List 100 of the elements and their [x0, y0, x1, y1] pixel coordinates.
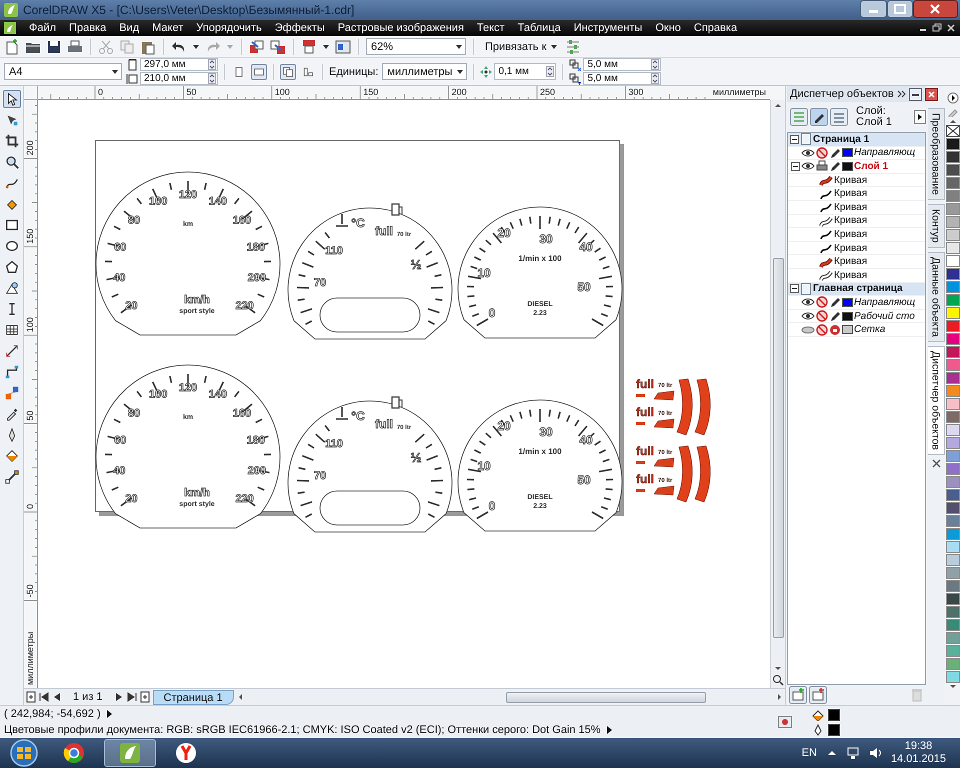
docker-tab[interactable]: Преобразование	[928, 108, 944, 200]
number-field[interactable]: 5,0 мм	[583, 72, 662, 85]
object-name[interactable]: Кривая	[834, 256, 870, 268]
gauge-text: °C	[351, 409, 365, 423]
menu-item[interactable]: Справка	[694, 22, 738, 34]
layer-label: Слой:	[856, 106, 887, 117]
gauge-text: km/h	[184, 294, 210, 306]
gauge-number: 10	[477, 459, 491, 473]
ruler-unit: миллиметры	[25, 632, 35, 685]
menu-item[interactable]: Растровые изображения	[338, 22, 464, 34]
gauge-number: 220	[235, 300, 254, 312]
window-title: CorelDRAW X5 - [C:\Users\Veter\Desktop\Безымянный-1.cdr]	[23, 3, 356, 17]
ruler-label: 0	[98, 87, 104, 97]
gauge-number: 30	[539, 425, 553, 439]
ruler-label: 150	[363, 87, 378, 97]
gauge-text: ½	[410, 257, 422, 272]
docker-tab[interactable]: Данные объекта	[928, 252, 944, 342]
gauge-text: full	[375, 224, 393, 238]
ruler-label: 250	[540, 87, 556, 97]
ruler-label: 150	[25, 228, 35, 244]
gauge-number: 160	[232, 214, 252, 226]
language-indicator[interactable]: EN	[802, 747, 817, 759]
gauge-text: °C	[351, 216, 365, 230]
number-field[interactable]: 210,0 мм	[140, 72, 218, 85]
cursor-coordinates: ( 242,984; -54,692 )	[4, 708, 101, 720]
gauge-number: 50	[577, 280, 591, 294]
gauge-text: 1/min x 100	[518, 447, 562, 456]
menu-item[interactable]: Окно	[655, 22, 681, 34]
object-name[interactable]: Кривая	[834, 174, 870, 186]
menu-item[interactable]: Правка	[69, 22, 106, 34]
layer-name[interactable]: Направляющ	[854, 296, 918, 308]
gauge-number: 200	[248, 272, 266, 284]
gauge-number: 70	[314, 470, 326, 482]
zoom-dropdown[interactable]: 62%	[366, 38, 466, 55]
panel-title: Диспетчер объектов	[790, 88, 894, 100]
ruler-label: 0	[25, 504, 35, 509]
layer-name[interactable]: Рабочий сто	[854, 310, 917, 322]
menu-item[interactable]: Эффекты	[274, 22, 325, 34]
decal-text: full	[636, 444, 654, 458]
menu-item[interactable]: Таблица	[518, 22, 561, 34]
ruler-label: -50	[25, 584, 35, 598]
gauge-number: 110	[325, 438, 343, 450]
page-tab[interactable]: Страница 1	[152, 690, 234, 704]
gauge-number: 160	[232, 407, 252, 420]
gauge-number: 0	[488, 499, 496, 513]
gauge-number: 20	[497, 419, 511, 433]
gauge-number: 40	[579, 433, 593, 447]
gauge-number: 120	[178, 189, 198, 201]
ruler-label: 50	[25, 410, 35, 421]
number-field[interactable]: 0,1 мм	[494, 63, 556, 80]
current-layer: Слой 1	[856, 117, 893, 128]
decal-text: full	[636, 377, 654, 391]
ruler-unit: миллиметры	[712, 87, 766, 97]
ruler-label: 50	[186, 87, 196, 97]
layer-name[interactable]: Направляющ	[854, 147, 918, 158]
object-name[interactable]: Кривая	[834, 242, 870, 254]
gauge-text: km/h	[184, 487, 210, 499]
object-name[interactable]: Кривая	[834, 228, 870, 240]
gauge-number: 110	[325, 245, 343, 257]
units-dropdown[interactable]: миллиметры	[382, 63, 468, 80]
menu-item[interactable]: Инструменты	[574, 22, 642, 34]
menu-item[interactable]: Упорядочить	[196, 22, 262, 34]
color-profiles: Цветовые профили документа: RGB: sRGB IEC61966-2.1; CMYK: ISO Coated v2 (ECI); Оттенки серого: Dot Gain 15%	[4, 724, 601, 736]
gauge-number: 10	[477, 266, 491, 280]
gauge-number: 20	[497, 226, 511, 240]
gauge-number: 40	[579, 240, 593, 254]
object-name[interactable]: Кривая	[834, 188, 870, 200]
gauge-number: 70	[314, 277, 326, 289]
ruler-label: 200	[25, 140, 35, 156]
paper-size-dropdown[interactable]: A4	[4, 63, 122, 80]
number-field[interactable]: 5,0 мм	[583, 58, 662, 71]
layer-name[interactable]: Слой 1	[854, 160, 890, 172]
ruler-label: 300	[628, 87, 644, 97]
gauge-number: 100	[149, 196, 168, 208]
menu-item[interactable]: Вид	[119, 22, 140, 34]
clock-date: 14.01.2015	[890, 753, 946, 766]
gauge-number: 100	[149, 388, 168, 401]
decal-text: full	[636, 472, 654, 486]
menu-item[interactable]: Текст	[476, 22, 505, 34]
ruler-label: 100	[274, 87, 290, 97]
ruler-label: 200	[452, 87, 467, 97]
gauge-number: 20	[125, 493, 138, 506]
gauge-text: ½	[410, 450, 422, 465]
menu-item[interactable]: Макет	[152, 22, 184, 34]
gauge-text: 1/min x 100	[518, 254, 562, 263]
layer-name[interactable]: Сетка	[854, 324, 888, 336]
decal-text: full	[636, 405, 654, 419]
object-name[interactable]: Кривая	[834, 270, 870, 281]
gauge-number: 30	[539, 232, 553, 246]
snap-dropdown[interactable]: Привязать к	[481, 38, 560, 55]
gauge-number: 50	[577, 473, 591, 487]
docker-tab[interactable]: Контур	[928, 204, 944, 248]
object-name[interactable]: Кривая	[834, 215, 870, 226]
number-field[interactable]: 297,0 мм	[140, 58, 218, 71]
object-name[interactable]: Кривая	[834, 202, 870, 213]
gauge-number: 200	[248, 465, 266, 478]
docker-tab[interactable]: Диспетчер объектов	[928, 346, 944, 455]
menu-item[interactable]: Файл	[29, 22, 56, 34]
gauge-number: 0	[488, 306, 496, 320]
units-label: Единицы:	[329, 66, 378, 78]
